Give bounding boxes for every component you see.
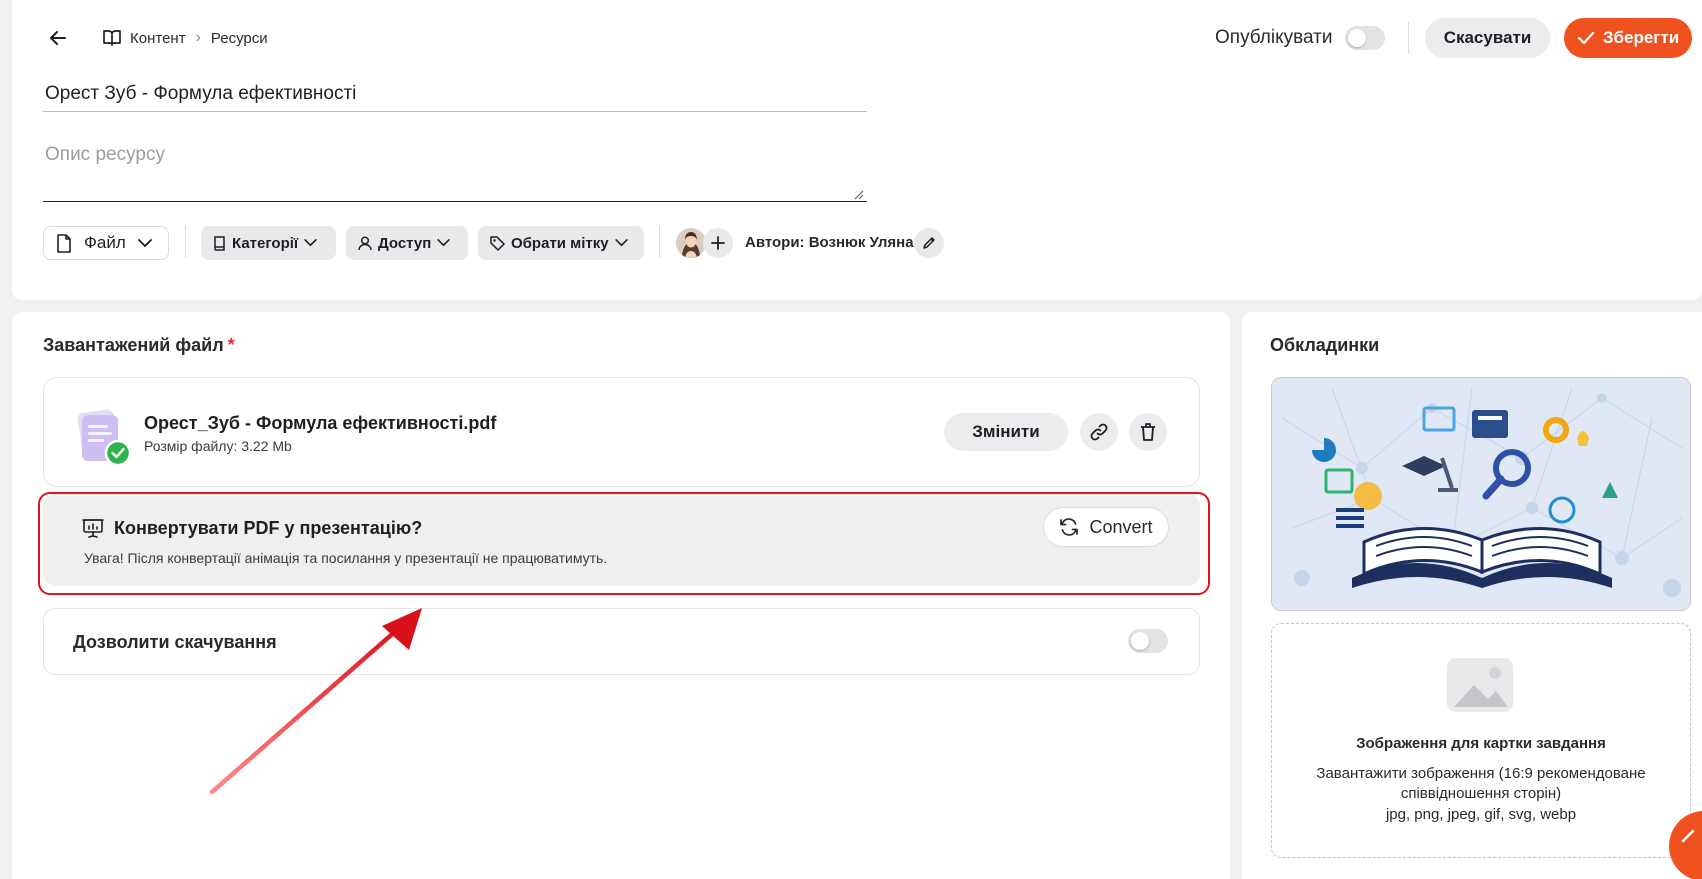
- check-icon: [1577, 31, 1594, 45]
- refresh-icon: [1060, 518, 1079, 536]
- access-label: Доступ: [378, 234, 432, 252]
- author-avatar[interactable]: [676, 228, 706, 258]
- pdf-file-icon: [77, 409, 132, 467]
- edit-authors-button[interactable]: [914, 228, 944, 258]
- save-button-label: Зберегти: [1602, 28, 1680, 47]
- pencil-icon: [923, 237, 935, 249]
- file-name: Орест_Зуб - Формула ефективності.pdf: [144, 413, 497, 433]
- breadcrumb-content[interactable]: Контент: [130, 30, 186, 47]
- book-icon: [214, 235, 225, 251]
- tag-icon: [490, 235, 505, 251]
- convert-title: Конвертувати PDF у презентацію?: [114, 518, 423, 538]
- copy-link-button[interactable]: [1080, 413, 1118, 451]
- toolbar-divider: [185, 226, 186, 258]
- breadcrumb-resources[interactable]: Ресурси: [211, 30, 268, 47]
- resize-grip-icon[interactable]: [854, 190, 864, 200]
- uploaded-file-title: Завантажений файл *: [43, 335, 235, 356]
- authors-text: Автори: Вознюк Уляна: [745, 234, 914, 251]
- breadcrumb: Контент › Ресурси: [102, 26, 268, 50]
- avatar-image: [676, 228, 706, 258]
- convert-button-label: Convert: [1089, 516, 1153, 537]
- save-button[interactable]: Зберегти: [1564, 18, 1692, 58]
- toolbar-divider: [659, 226, 660, 258]
- convert-warning: Увага! Після конвертації анімація та пос…: [84, 550, 608, 566]
- access-dropdown[interactable]: Доступ: [346, 226, 468, 260]
- allow-download-toggle[interactable]: [1128, 629, 1168, 653]
- required-mark: *: [227, 335, 235, 355]
- chevron-down-icon: [437, 239, 450, 247]
- trash-icon: [1141, 423, 1155, 441]
- presentation-icon: [82, 519, 104, 538]
- covers-title: Обкладинки: [1270, 335, 1380, 355]
- file-type-label: Файл: [84, 233, 126, 252]
- publish-label: Опублікувати: [1215, 27, 1333, 48]
- upload-title: Зображення для картки завдання: [1356, 735, 1606, 752]
- file-type-dropdown[interactable]: Файл: [43, 226, 169, 260]
- delete-file-button[interactable]: [1129, 413, 1167, 451]
- upload-hint: Завантажити зображення (16:9 рекомендова…: [1316, 765, 1646, 802]
- file-size: Розмір файлу: 3.22 Mb: [144, 438, 292, 454]
- allow-download-label: Дозволити скачування: [73, 632, 277, 652]
- chevron-down-icon: [304, 239, 317, 247]
- back-button[interactable]: [44, 26, 72, 50]
- arrow-left-icon: [50, 31, 66, 45]
- publish-toggle[interactable]: [1344, 26, 1385, 50]
- chevron-down-icon: [615, 239, 628, 247]
- cancel-button[interactable]: Скасувати: [1425, 18, 1550, 58]
- book-open-icon: [103, 30, 121, 46]
- publish-control: Опублікувати: [1215, 24, 1385, 52]
- resource-description-input[interactable]: [43, 140, 867, 202]
- add-author-button[interactable]: [703, 228, 733, 258]
- chevron-right-icon: ›: [195, 29, 201, 46]
- tag-dropdown[interactable]: Обрати мітку: [478, 226, 644, 260]
- header-divider: [1408, 22, 1409, 54]
- image-icon: [1447, 658, 1513, 712]
- user-icon: [358, 235, 372, 250]
- resource-title-input[interactable]: [43, 76, 867, 112]
- tag-label: Обрати мітку: [511, 234, 609, 252]
- upload-formats: jpg, png, jpeg, gif, svg, webp: [1385, 806, 1577, 823]
- link-icon: [1090, 423, 1108, 441]
- plus-icon: [711, 236, 725, 250]
- convert-button[interactable]: Convert: [1043, 507, 1169, 547]
- file-icon: [57, 233, 71, 253]
- convert-pdf-box: [43, 494, 1200, 586]
- categories-label: Категорії: [232, 234, 299, 252]
- uploaded-file-title-text: Завантажений файл: [43, 335, 224, 355]
- cover-illustration: [1272, 378, 1690, 610]
- categories-dropdown[interactable]: Категорії: [201, 226, 336, 260]
- chevron-down-icon: [137, 238, 152, 247]
- change-file-button[interactable]: Змінити: [944, 413, 1068, 451]
- cover-image[interactable]: [1271, 377, 1691, 611]
